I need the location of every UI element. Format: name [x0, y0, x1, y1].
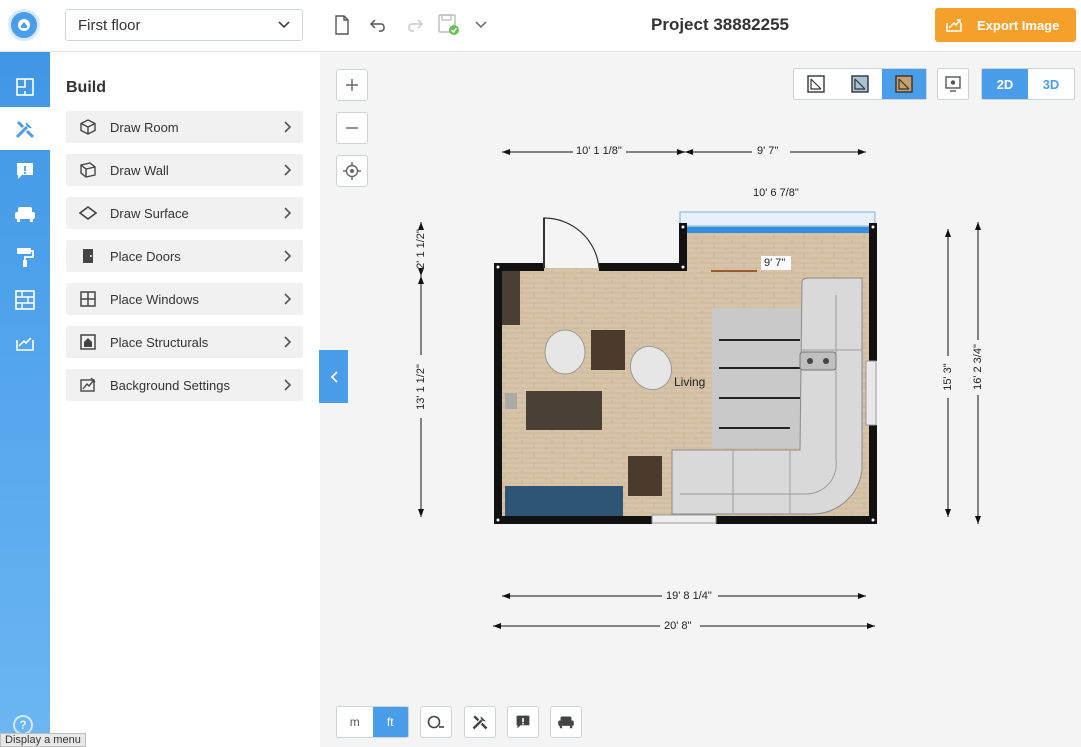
surface-diamond-icon [66, 206, 110, 220]
build-tools-button[interactable] [464, 706, 496, 738]
chevron-right-icon [273, 164, 303, 176]
export-icon [946, 19, 962, 32]
floor-select[interactable]: First floor [65, 9, 303, 41]
menu-item-label: Draw Room [110, 119, 179, 135]
project-title: Project 38882255 [651, 15, 789, 34]
menu-item-draw-room[interactable]: Draw Room [66, 111, 303, 143]
rail-floorplan-icon[interactable] [0, 65, 50, 108]
comment-button[interactable] [507, 706, 539, 738]
unit-meters-button[interactable]: m [337, 707, 373, 737]
zoom-in-button[interactable] [336, 69, 368, 101]
rail-comment-icon[interactable] [0, 149, 50, 192]
menu-item-place-doors[interactable]: Place Doors [66, 240, 303, 272]
tools-icon [472, 715, 488, 730]
crosshair-icon [343, 162, 361, 180]
wall-icon [66, 162, 110, 178]
menu-item-place-windows[interactable]: Place Windows [66, 283, 303, 315]
structural-icon [66, 334, 110, 350]
rail-furniture-sofa-icon[interactable] [0, 192, 50, 235]
window-icon [66, 291, 110, 307]
chevron-right-icon [273, 250, 303, 262]
view-textured-button[interactable] [882, 69, 926, 99]
chevron-down-icon [278, 21, 290, 29]
menu-item-label: Draw Wall [110, 162, 169, 178]
chevron-right-icon [273, 379, 303, 391]
view-lines-button[interactable] [794, 69, 838, 99]
redo-icon[interactable] [403, 14, 425, 36]
chevron-right-icon [273, 207, 303, 219]
minus-icon [346, 127, 358, 129]
help-icon[interactable]: ? [13, 715, 33, 735]
background-settings-icon [66, 377, 110, 393]
tape-measure-icon [427, 715, 444, 729]
view-shaded-icon [851, 75, 869, 93]
menu-item-draw-surface[interactable]: Draw Surface [66, 197, 303, 229]
zoom-out-button[interactable] [336, 112, 368, 144]
view-textured-icon [895, 75, 913, 93]
room-cube-icon [66, 119, 110, 135]
chevron-right-icon [273, 121, 303, 133]
floor-select-value: First floor [78, 16, 141, 34]
menu-item-label: Place Structurals [110, 334, 209, 350]
new-file-icon[interactable] [331, 14, 353, 36]
export-image-label: Export Image [977, 17, 1060, 33]
menu-item-label: Place Doors [110, 248, 181, 264]
comment-icon [516, 715, 530, 729]
dimension-toggle: 2D 3D [981, 68, 1075, 100]
collapse-panel-button[interactable] [319, 350, 348, 403]
view-lines-icon [807, 75, 825, 93]
chevron-down-icon[interactable] [470, 14, 492, 36]
center-view-button[interactable] [336, 155, 368, 187]
sofa-icon [558, 716, 574, 729]
left-rail [0, 52, 50, 747]
rail-export-icon[interactable] [0, 321, 50, 364]
app-logo-icon[interactable] [8, 9, 40, 41]
door-icon [66, 248, 110, 264]
unit-toggle: m ft [336, 706, 409, 738]
undo-icon[interactable] [368, 14, 390, 36]
plus-icon [346, 79, 358, 91]
rail-build-tools-icon[interactable] [0, 107, 50, 150]
chevron-left-icon [330, 370, 338, 383]
view-shaded-button[interactable] [838, 69, 882, 99]
menu-item-draw-wall[interactable]: Draw Wall [66, 154, 303, 186]
chevron-right-icon [273, 293, 303, 305]
measure-tool-button[interactable] [420, 706, 452, 738]
screenshot-button[interactable] [937, 68, 969, 100]
view-3d-button[interactable]: 3D [1028, 69, 1074, 99]
view-2d-button[interactable]: 2D [982, 69, 1028, 99]
rail-materials-brick-icon[interactable] [0, 278, 50, 321]
furniture-button[interactable] [550, 706, 582, 738]
menu-tooltip: Display a menu [0, 733, 86, 747]
menu-item-label: Draw Surface [110, 205, 189, 221]
export-image-button[interactable]: Export Image [935, 8, 1076, 42]
build-panel: Build Draw Room Draw Wall Draw Surface P… [50, 52, 320, 747]
view-mode-group [793, 68, 927, 100]
menu-item-place-structurals[interactable]: Place Structurals [66, 326, 303, 358]
unit-feet-button[interactable]: ft [372, 707, 408, 737]
menu-item-background-settings[interactable]: Background Settings [66, 369, 303, 401]
panel-title: Build [66, 79, 106, 96]
chevron-right-icon [273, 336, 303, 348]
monitor-icon [945, 76, 961, 92]
floorplan-canvas[interactable] [320, 52, 1081, 747]
top-bar: First floor Project 38882255 Export Imag… [0, 0, 1081, 52]
menu-item-label: Place Windows [110, 291, 199, 307]
menu-item-label: Background Settings [110, 377, 230, 393]
save-icon[interactable] [438, 14, 460, 36]
rail-paint-roller-icon[interactable] [0, 235, 50, 278]
